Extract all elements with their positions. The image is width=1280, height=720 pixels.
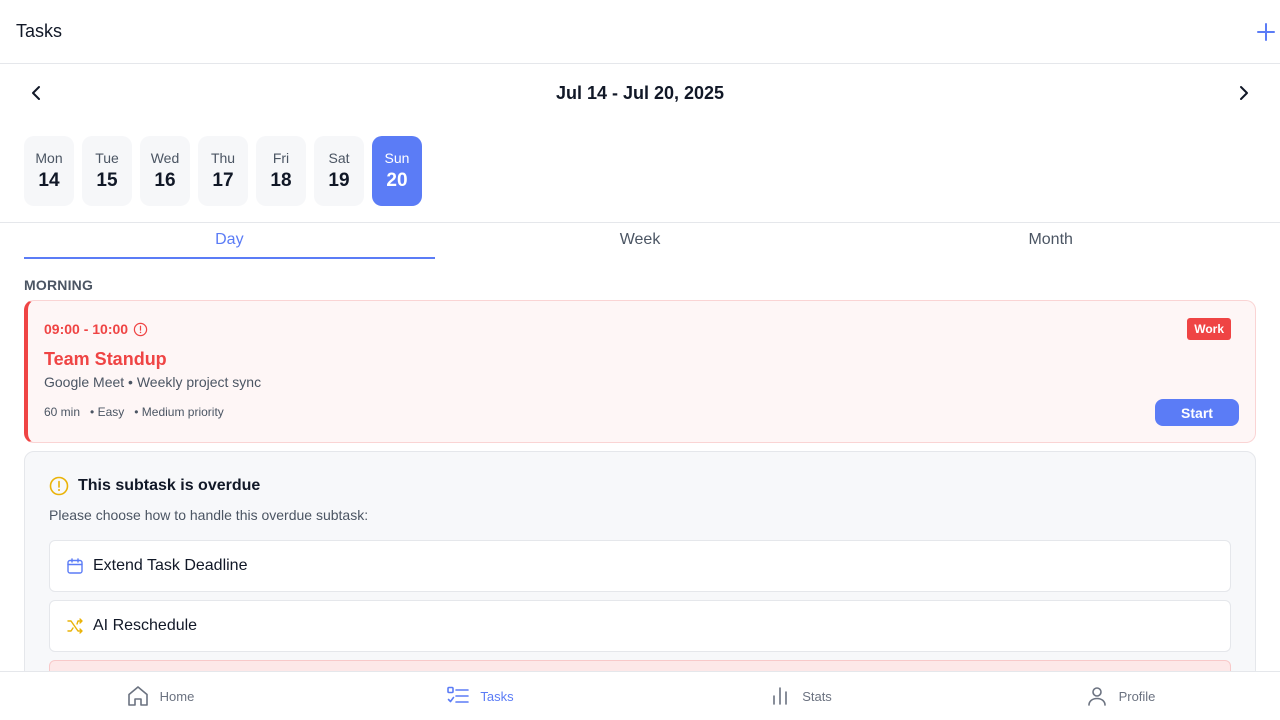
alert-circle-icon <box>133 322 148 336</box>
section-label-morning: MORNING <box>24 277 94 293</box>
shuffle-icon <box>67 618 83 634</box>
day-name: Mon <box>35 150 63 166</box>
day-fri[interactable]: Fri 18 <box>256 136 306 206</box>
nav-label: Home <box>159 688 195 704</box>
nav-label: Stats <box>802 688 832 704</box>
week-range-label: Jul 14 - Jul 20, 2025 <box>555 82 725 103</box>
day-tue[interactable]: Tue 15 <box>82 136 132 206</box>
day-name: Wed <box>150 150 180 166</box>
extend-deadline-option[interactable]: Extend Task Deadline <box>49 540 1231 592</box>
tab-week[interactable]: Week <box>435 223 846 259</box>
day-number: 19 <box>328 170 350 191</box>
day-selector: Mon 14 Tue 15 Wed 16 Thu 17 Fri 18 Sat 19 Sun 2… <box>24 136 422 206</box>
overdue-header: This subtask is overdue <box>49 476 260 496</box>
task-duration: 60 min <box>44 405 81 419</box>
task-time: 09:00 - 10:00 <box>44 321 148 337</box>
day-thu[interactable]: Thu 17 <box>198 136 248 206</box>
add-task-button[interactable] <box>1252 18 1280 46</box>
profile-icon <box>1087 687 1106 706</box>
day-name: Thu <box>210 150 236 166</box>
nav-tasks[interactable]: Tasks <box>320 672 640 720</box>
task-title: Team Standup <box>44 349 167 369</box>
day-name: Fri <box>272 150 290 166</box>
nav-label: Profile <box>1118 688 1156 704</box>
nav-home[interactable]: Home <box>0 672 320 720</box>
stats-icon <box>773 687 787 705</box>
day-sun[interactable]: Sun 20 <box>372 136 422 206</box>
bottom-navigation: Home Tasks Stats Profile <box>0 671 1280 720</box>
day-name: Sun <box>384 150 410 166</box>
day-name: Tue <box>95 150 119 166</box>
app-header: Tasks <box>0 0 1280 64</box>
nav-stats[interactable]: Stats <box>640 672 960 720</box>
nav-profile[interactable]: Profile <box>960 672 1280 720</box>
home-icon <box>127 686 148 706</box>
day-number: 17 <box>212 170 234 191</box>
tasks-icon <box>447 686 470 703</box>
chevron-left-icon <box>32 86 40 100</box>
day-number: 15 <box>96 170 118 191</box>
overdue-subtitle: Please choose how to handle this overdue… <box>49 507 369 523</box>
day-wed[interactable]: Wed 16 <box>140 136 190 206</box>
tab-month[interactable]: Month <box>845 223 1256 259</box>
task-meta: 60 min • Easy • Medium priority <box>44 405 224 419</box>
nav-label: Tasks <box>480 688 514 704</box>
task-description: Google Meet • Weekly project sync <box>44 374 262 390</box>
chevron-right-icon <box>1239 86 1248 100</box>
warning-circle-icon <box>49 476 69 496</box>
option-label: Extend Task Deadline <box>93 557 248 574</box>
task-difficulty: • Easy <box>90 405 125 419</box>
next-week-button[interactable] <box>1232 81 1256 105</box>
tab-day[interactable]: Day <box>24 223 435 259</box>
plus-icon <box>1257 22 1275 41</box>
overdue-title: This subtask is overdue <box>78 477 261 494</box>
day-number: 14 <box>38 170 60 191</box>
ai-reschedule-option[interactable]: AI Reschedule <box>49 600 1231 652</box>
task-time-text: 09:00 - 10:00 <box>44 321 129 337</box>
overdue-panel: This subtask is overdue Please choose ho… <box>24 451 1256 691</box>
category-badge: Work <box>1187 318 1231 340</box>
day-mon[interactable]: Mon 14 <box>24 136 74 206</box>
option-label: AI Reschedule <box>93 617 198 634</box>
day-name: Sat <box>328 150 350 166</box>
start-button[interactable]: Start <box>1155 399 1239 426</box>
page-title: Tasks <box>16 21 63 41</box>
prev-week-button[interactable] <box>24 81 48 105</box>
task-card[interactable]: 09:00 - 10:00 Team Standup Google Meet •… <box>24 300 1256 443</box>
day-number: 16 <box>154 170 176 191</box>
calendar-icon <box>67 558 83 574</box>
day-sat[interactable]: Sat 19 <box>314 136 364 206</box>
day-number: 20 <box>386 170 408 191</box>
week-navigation: Jul 14 - Jul 20, 2025 <box>0 64 1280 122</box>
view-tabs: Day Week Month <box>24 223 1256 259</box>
task-priority: • Medium priority <box>134 405 224 419</box>
day-number: 18 <box>270 170 292 191</box>
